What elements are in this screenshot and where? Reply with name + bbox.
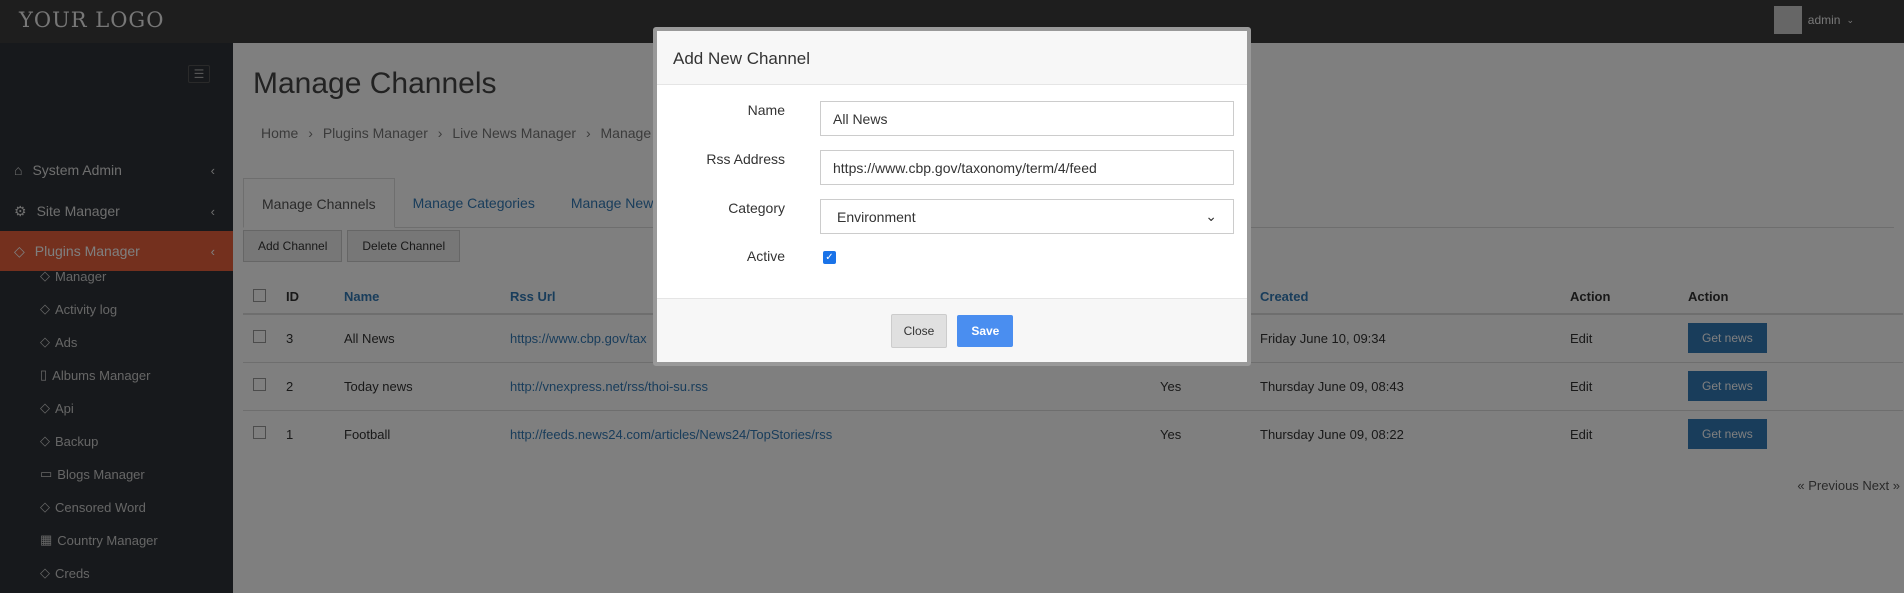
add-channel-dialog: Add New Channel Name Rss Address Categor… (653, 27, 1251, 366)
dialog-body: Name Rss Address Category Environment ⌄ … (657, 85, 1247, 302)
category-label: Category (728, 200, 785, 216)
rss-address-row: Rss Address (657, 150, 1247, 185)
active-row: Active ✓ (657, 248, 1247, 268)
category-row: Category Environment ⌄ (657, 199, 1247, 234)
chevron-down-icon: ⌄ (1205, 208, 1217, 224)
rss-address-input[interactable] (820, 150, 1234, 185)
active-checkbox[interactable]: ✓ (823, 251, 836, 264)
active-label: Active (746, 248, 785, 264)
save-button[interactable]: Save (957, 314, 1014, 347)
close-button[interactable]: Close (890, 313, 948, 348)
category-selected-value: Environment (837, 208, 916, 225)
dialog-title: Add New Channel (673, 49, 811, 68)
name-input[interactable] (820, 101, 1234, 136)
category-select[interactable]: Environment ⌄ (820, 199, 1234, 234)
name-row: Name (657, 101, 1247, 136)
rss-address-label: Rss Address (706, 151, 785, 167)
dialog-footer: Close Save (657, 298, 1247, 362)
dialog-header: Add New Channel (657, 31, 1247, 85)
name-label: Name (747, 102, 785, 118)
